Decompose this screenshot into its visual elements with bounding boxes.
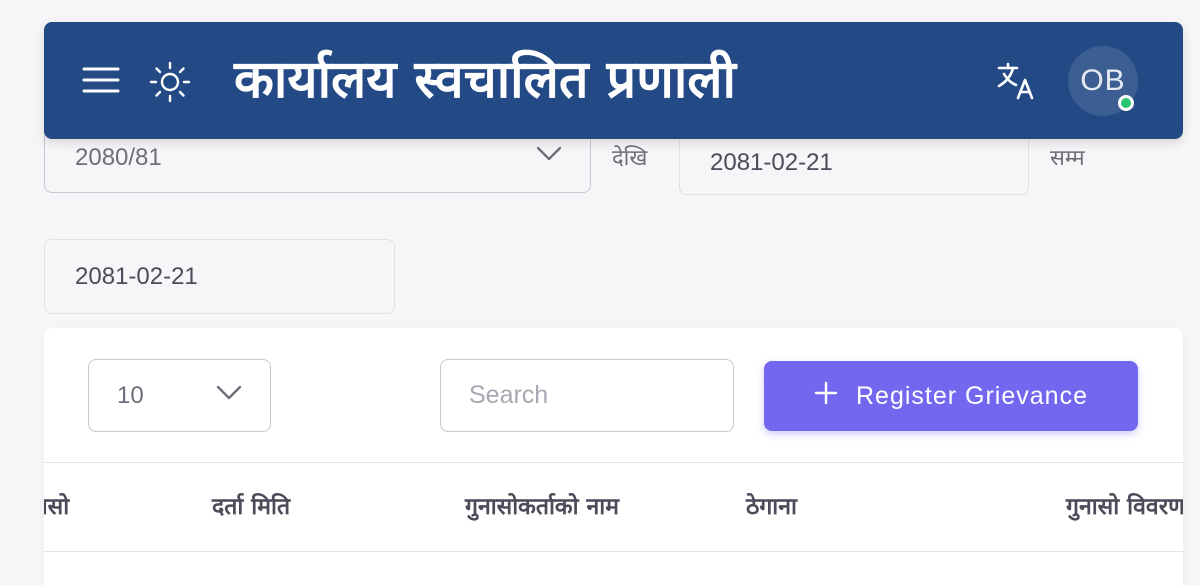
sun-icon[interactable] bbox=[148, 60, 192, 104]
app-title: कार्यालय स्वचालित प्रणाली bbox=[234, 50, 737, 110]
page-size-select[interactable]: 10 bbox=[88, 359, 271, 432]
plus-icon bbox=[814, 381, 838, 412]
top-navbar: कार्यालय स्वचालित प्रणाली OB bbox=[44, 22, 1183, 139]
chevron-down-icon bbox=[536, 146, 562, 167]
fiscal-year-value: 2080/81 bbox=[75, 144, 162, 171]
register-grievance-label: Register Grievance bbox=[856, 381, 1088, 410]
register-grievance-button[interactable]: Register Grievance bbox=[764, 361, 1138, 431]
menu-icon[interactable] bbox=[80, 62, 122, 98]
column-header-address[interactable]: ठेगाना bbox=[746, 489, 797, 521]
column-header-complainant-name[interactable]: गुनासोकर्ताको नाम bbox=[465, 489, 619, 521]
grievance-table-card: 10 Register Grievance गुनासो दर्ता मिति … bbox=[44, 328, 1183, 585]
search-input[interactable] bbox=[440, 359, 734, 432]
date-to-field[interactable]: 2081-02-21 bbox=[44, 239, 395, 314]
page: 2080/81 देखि 2081-02-21 सम्म 2081-02-21 … bbox=[0, 0, 1200, 585]
column-header-grievance-details[interactable]: गुनासो विवरण bbox=[1066, 489, 1183, 521]
chevron-down-icon bbox=[216, 385, 242, 406]
page-size-value: 10 bbox=[117, 382, 144, 409]
date-to-label: सम्म bbox=[1050, 146, 1085, 171]
table-header-row: गुनासो दर्ता मिति गुनासोकर्ताको नाम ठेगा… bbox=[44, 462, 1183, 552]
translate-icon[interactable] bbox=[994, 60, 1042, 104]
column-header-grievance[interactable]: गुनासो bbox=[44, 489, 69, 521]
column-header-registration-date[interactable]: दर्ता मिति bbox=[212, 489, 290, 521]
online-status-dot bbox=[1118, 95, 1134, 111]
date-from-label: देखि bbox=[612, 146, 648, 171]
